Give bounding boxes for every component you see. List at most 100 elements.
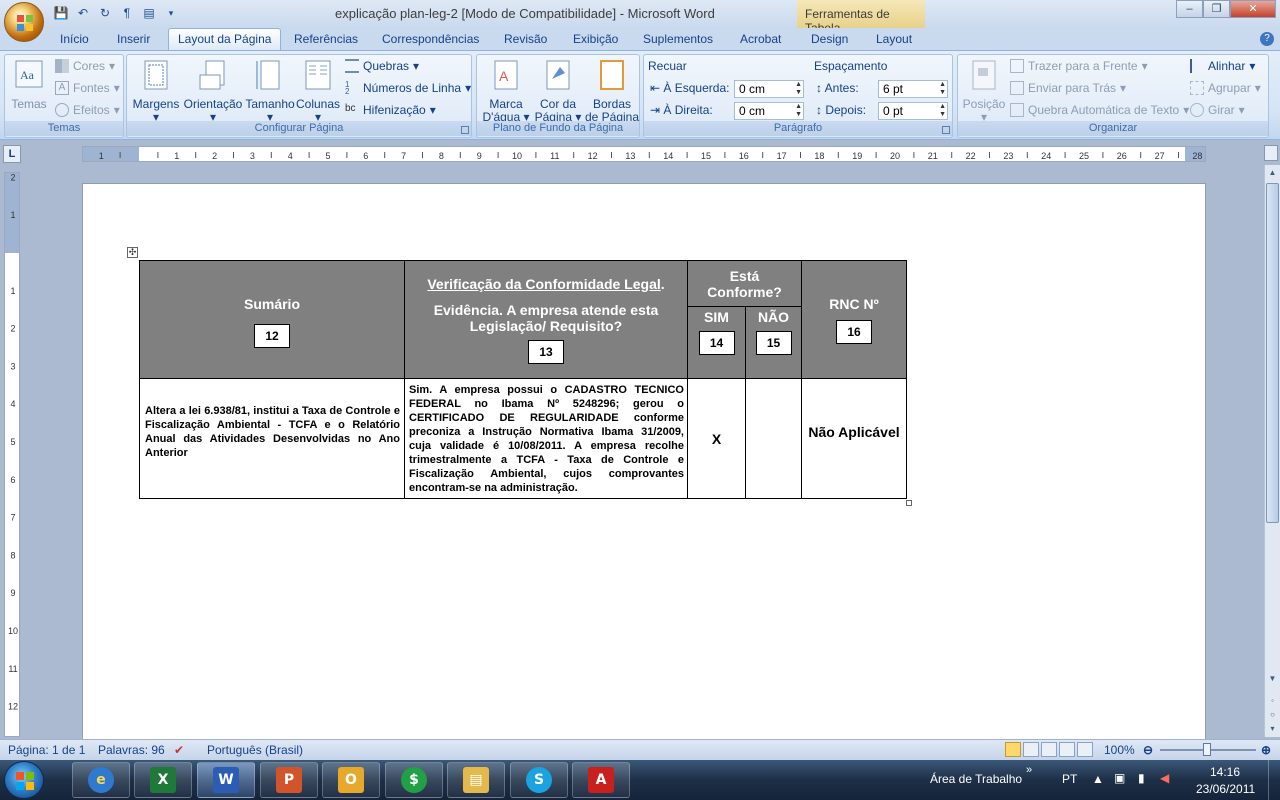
tab-design[interactable]: Design — [811, 32, 848, 46]
header-rnc-cell[interactable]: RNC Nº 16 — [801, 260, 907, 379]
cor-pagina-button[interactable]: Cor da Página ▾ — [533, 59, 583, 124]
marca-dagua-button[interactable]: A Marca D'água ▾ — [481, 59, 531, 124]
status-page[interactable]: Página: 1 de 1 — [8, 743, 85, 757]
tab-acrobat[interactable]: Acrobat — [740, 32, 781, 46]
redo-icon[interactable]: ↻ — [96, 4, 114, 22]
customize-qat-icon[interactable]: ▾ — [162, 4, 180, 22]
horizontal-ruler[interactable]: 1 1 2 3 4 5 6 7 8 9 10 11 12 13 14 15 16 17 18 19 20 21 22 23 24… — [82, 146, 1206, 162]
indent-right-input[interactable]: 0 cm ▲ ▼ — [734, 102, 804, 120]
tab-layout-da-pagina[interactable]: Layout da Página — [168, 28, 282, 51]
quebra-texto-button[interactable]: Quebra Automática de Texto ▾ — [1010, 103, 1189, 117]
enviar-tras-button[interactable]: Enviar para Trás ▾ — [1010, 81, 1126, 95]
toolbar-expand-icon[interactable]: » — [1026, 764, 1032, 776]
tab-inicio[interactable]: Início — [60, 32, 89, 46]
tab-referencias[interactable]: Referências — [294, 32, 358, 46]
language-indicator[interactable]: PT — [1062, 772, 1077, 786]
tab-selector[interactable]: L — [3, 145, 21, 163]
efeitos-button[interactable]: Efeitos ▾ — [55, 103, 120, 117]
tab-layout[interactable]: Layout — [876, 32, 912, 46]
office-button[interactable] — [4, 2, 44, 42]
header-nao-cell[interactable]: NÃO 15 — [745, 306, 802, 379]
vertical-scrollbar[interactable]: ▲ ▼ ◦ ○ ▾ — [1264, 165, 1280, 737]
orientacao-button[interactable]: Orientação ▾ — [183, 59, 243, 124]
show-desktop-button[interactable] — [1268, 760, 1280, 800]
tab-inserir[interactable]: Inserir — [117, 32, 150, 46]
configurar-launcher-icon[interactable] — [461, 126, 469, 134]
paragrafo-launcher-icon[interactable] — [942, 126, 950, 134]
format-icon[interactable]: ¶ — [118, 4, 136, 22]
clock-date[interactable]: 23/06/2011 — [1196, 782, 1255, 796]
taskbar-excel[interactable]: X — [134, 762, 192, 798]
trazer-frente-button[interactable]: Trazer para a Frente ▾ — [1010, 59, 1148, 73]
taskbar-acrobat[interactable]: A — [572, 762, 630, 798]
spin-arrows-icon[interactable]: ▲ ▼ — [795, 81, 802, 97]
numeros-linha-button[interactable]: 1 2 Números de Linha ▾ — [345, 81, 471, 96]
quebras-button[interactable]: Quebras ▾ — [345, 59, 419, 73]
taskbar-word[interactable]: W — [197, 762, 255, 798]
spacing-after-input[interactable]: 0 pt ▲ ▼ — [878, 102, 948, 120]
minimize-button[interactable]: – — [1176, 0, 1203, 18]
row-sim-cell[interactable]: X — [687, 378, 746, 499]
next-page-icon[interactable]: ▾ — [1265, 721, 1280, 736]
taskbar-outlook[interactable]: O — [322, 762, 380, 798]
tab-correspondencias[interactable]: Correspondências — [382, 32, 479, 46]
temas-button[interactable]: Aa Temas — [9, 59, 49, 111]
help-icon[interactable]: ? — [1260, 32, 1274, 46]
desktop-toolbar-label[interactable]: Área de Trabalho — [930, 772, 1022, 786]
zoom-level[interactable]: 100% — [1104, 743, 1135, 757]
tab-suplementos[interactable]: Suplementos — [643, 32, 713, 46]
colunas-button[interactable]: Colunas ▾ — [295, 59, 341, 124]
restore-button[interactable]: ❐ — [1203, 0, 1230, 18]
spin-arrows-icon[interactable]: ▲ ▼ — [939, 81, 946, 97]
full-screen-reading-icon[interactable] — [1023, 742, 1039, 757]
print-layout-icon[interactable] — [1005, 742, 1021, 757]
scroll-down-icon[interactable]: ▼ — [1265, 671, 1280, 686]
view-ruler-icon[interactable] — [1264, 145, 1278, 161]
taskbar-explorer[interactable]: ▤ — [447, 762, 505, 798]
document-page[interactable]: ✣ Sumário 12 Verificação da Conformidade… — [82, 183, 1206, 743]
hifenizacao-button[interactable]: bc Hifenização ▾ — [345, 103, 436, 117]
status-language[interactable]: Português (Brasil) — [207, 743, 303, 757]
header-sim-cell[interactable]: SIM 14 — [687, 306, 746, 379]
start-button[interactable] — [4, 761, 44, 799]
prev-page-icon[interactable]: ◦ — [1265, 693, 1280, 708]
indent-left-input[interactable]: 0 cm ▲ ▼ — [734, 80, 804, 98]
table-move-handle-icon[interactable]: ✣ — [127, 247, 138, 258]
alinhar-button[interactable]: Alinhar ▾ — [1190, 59, 1255, 73]
save-icon[interactable]: 💾 — [52, 4, 70, 22]
row-rnc-cell[interactable]: Não Aplicável — [801, 378, 907, 499]
document-table[interactable]: Sumário 12 Verificação da Conformidade L… — [139, 260, 907, 499]
proofing-icon[interactable]: ✔ — [174, 743, 184, 757]
fontes-button[interactable]: A Fontes ▾ — [55, 81, 120, 95]
vertical-ruler[interactable]: 2 1 1 2 3 4 5 6 7 8 9 10 11 12 — [4, 172, 20, 737]
tab-exibicao[interactable]: Exibição — [573, 32, 618, 46]
row-nao-cell[interactable] — [745, 378, 802, 499]
zoom-out-icon[interactable]: ⊖ — [1143, 743, 1153, 757]
select-browse-icon[interactable]: ○ — [1265, 707, 1280, 722]
close-button[interactable]: ✕ — [1230, 0, 1276, 18]
volume-muted-icon[interactable]: ◀ — [1160, 771, 1169, 785]
draft-icon[interactable] — [1077, 742, 1093, 757]
taskbar-green-app[interactable]: $ — [385, 762, 443, 798]
girar-button[interactable]: Girar ▾ — [1190, 103, 1245, 117]
spin-arrows-icon[interactable]: ▲ ▼ — [939, 103, 946, 119]
web-layout-icon[interactable] — [1041, 742, 1057, 757]
scroll-thumb[interactable] — [1266, 183, 1279, 523]
tamanho-button[interactable]: Tamanho ▾ — [245, 59, 295, 124]
status-words[interactable]: Palavras: 96 — [98, 743, 165, 757]
tray-device-icon[interactable]: ▣ — [1114, 771, 1125, 785]
header-esta-conforme[interactable]: Está Conforme? — [687, 260, 802, 307]
scroll-up-icon[interactable]: ▲ — [1265, 165, 1280, 180]
spacing-before-input[interactable]: 6 pt ▲ ▼ — [878, 80, 948, 98]
agrupar-button[interactable]: Agrupar ▾ — [1190, 81, 1261, 95]
header-verificacao-cell[interactable]: Verificação da Conformidade Legal. Evidê… — [404, 260, 688, 379]
outline-icon[interactable] — [1059, 742, 1075, 757]
spin-arrows-icon[interactable]: ▲ ▼ — [795, 103, 802, 119]
cores-button[interactable]: Cores ▾ — [55, 59, 115, 73]
header-sumario-cell[interactable]: Sumário 12 — [139, 260, 405, 379]
network-icon[interactable]: ▮ — [1138, 771, 1145, 785]
bordas-pagina-button[interactable]: Bordas de Página — [583, 59, 641, 124]
undo-icon[interactable]: ↶ — [74, 4, 92, 22]
zoom-in-icon[interactable]: ⊕ — [1261, 743, 1271, 757]
tab-revisao[interactable]: Revisão — [504, 32, 547, 46]
